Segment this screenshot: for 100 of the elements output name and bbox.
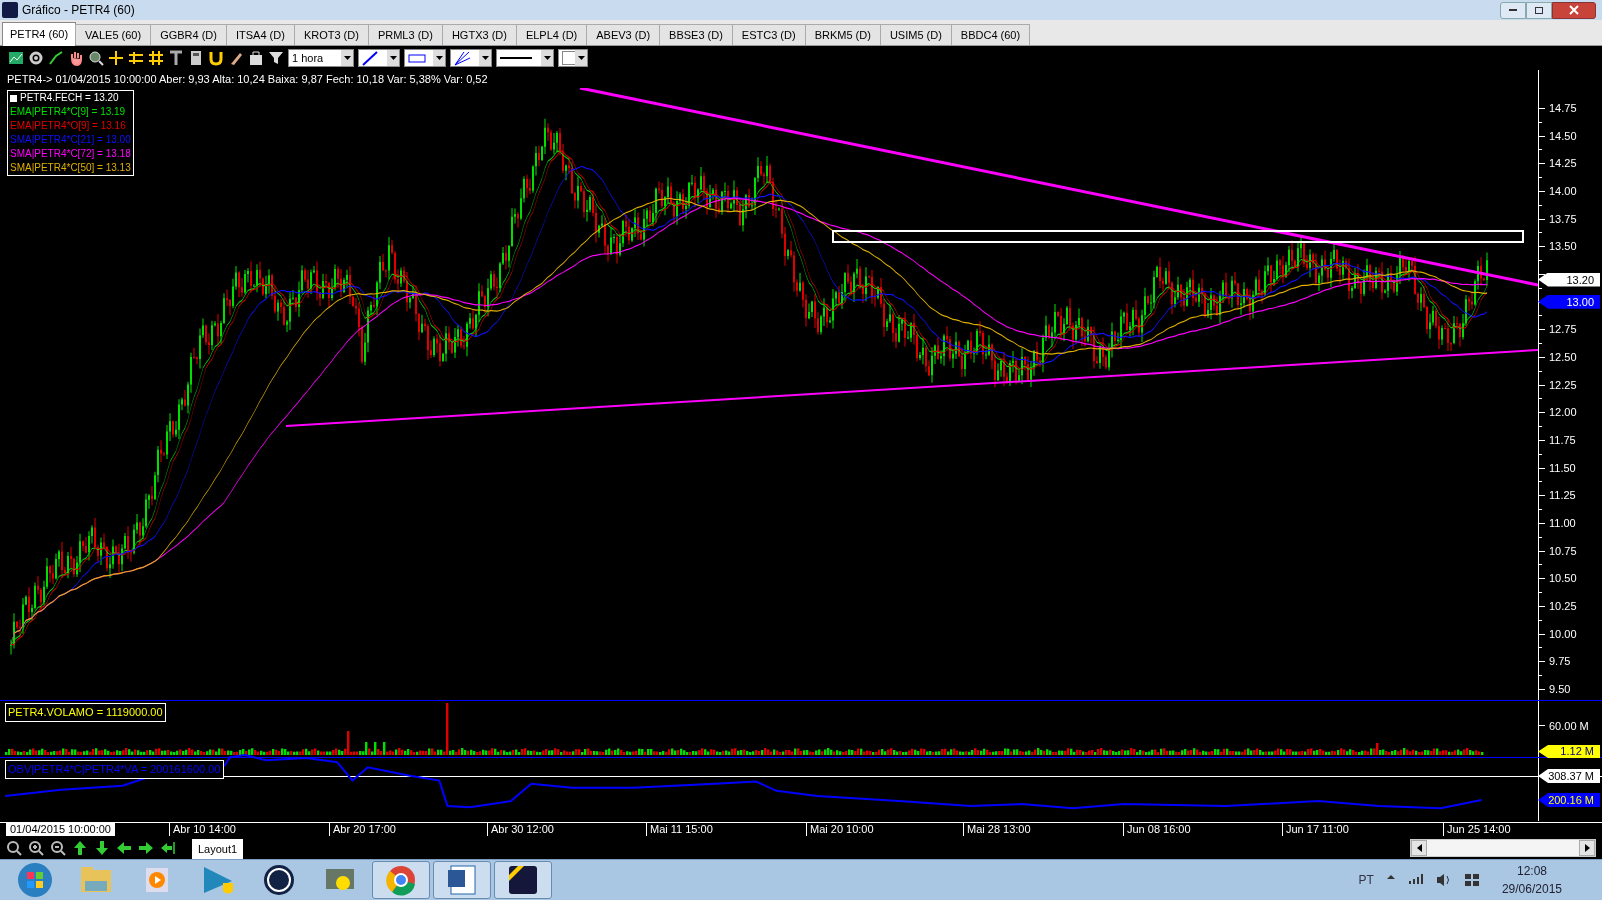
caret-icon	[435, 56, 443, 60]
zoom-icon[interactable]	[6, 839, 22, 856]
axis-label: 13.50	[1549, 240, 1577, 253]
app-icon[interactable]	[494, 861, 552, 899]
arrow-to-end-icon[interactable]	[160, 839, 176, 856]
axis-label: 12.75	[1549, 323, 1577, 336]
minimize-button[interactable]	[1500, 1, 1526, 19]
axis-label: 10.25	[1549, 600, 1577, 612]
scroll-right-button[interactable]	[1579, 839, 1595, 856]
legend-entry: EMA|PETR4*O[9] = 13.16	[10, 119, 127, 133]
trend-line[interactable]	[579, 88, 1538, 287]
language-indicator[interactable]: PT	[1358, 871, 1374, 889]
zoom-out-icon[interactable]	[50, 839, 66, 856]
text-tool-icon[interactable]	[168, 50, 184, 66]
line-width-dropdown[interactable]	[496, 49, 554, 67]
line-style-dropdown[interactable]	[358, 49, 400, 67]
tab[interactable]: BBDC4 (60)	[950, 24, 1031, 45]
color-swatch-icon	[562, 51, 576, 65]
tab[interactable]: PRML3 (D)	[367, 24, 443, 45]
tab[interactable]: ABEV3 (D)	[586, 24, 661, 45]
arrow-left-icon[interactable]	[116, 839, 132, 856]
horizontal-scrollbar[interactable]	[1410, 838, 1596, 857]
filter-icon[interactable]	[268, 50, 284, 66]
axis-label: 9.50	[1549, 683, 1571, 695]
trend-line[interactable]	[285, 349, 1538, 427]
zoom-in-icon[interactable]	[28, 839, 44, 856]
value-tag: 1.12 M	[1538, 745, 1600, 758]
legend-entry: SMA|PETR4*C[21] = 13.00	[10, 133, 131, 147]
axis-label: 11.75	[1549, 434, 1576, 446]
rectangle-marker[interactable]	[832, 230, 1524, 243]
tab[interactable]: VALE5 (60)	[75, 24, 152, 45]
date-label: 01/04/2015 10:00:00	[6, 823, 115, 836]
arrow-down-icon[interactable]	[94, 839, 110, 856]
layout-tab[interactable]: Layout1	[192, 839, 244, 859]
value-tag: 13.20	[1538, 272, 1600, 287]
fan-lines-dropdown[interactable]	[450, 49, 492, 67]
magnifier-icon[interactable]	[88, 50, 104, 66]
legend-entry: EMA|PETR4*C[9] = 13.19	[10, 105, 127, 119]
settings-icon[interactable]	[28, 50, 44, 66]
hand-icon[interactable]	[68, 50, 84, 66]
fan-lines-icon	[454, 50, 470, 66]
close-button[interactable]	[1552, 1, 1596, 19]
line-icon	[362, 50, 378, 66]
caret-icon	[481, 56, 489, 60]
tab[interactable]: ESTC3 (D)	[731, 24, 806, 45]
arrow-right-icon[interactable]	[138, 839, 154, 856]
axis-label: 12.50	[1549, 351, 1577, 363]
tab[interactable]: HGTX3 (D)	[441, 24, 517, 45]
axis-label: 12.25	[1549, 378, 1577, 391]
speaker-icon[interactable]	[1435, 872, 1452, 888]
arrow-up-icon[interactable]	[72, 839, 88, 856]
horizontal-lines-icon[interactable]	[128, 50, 144, 66]
caret-icon	[1584, 843, 1590, 852]
axis-label: 14.25	[1549, 157, 1577, 170]
ring-icon[interactable]	[372, 861, 430, 899]
windows-icon[interactable]	[1463, 872, 1480, 888]
legend-entry: SMA|PETR4*C[50] = 13.13	[10, 161, 131, 175]
clock[interactable]: 12:08 29/06/2015	[1501, 862, 1562, 898]
color-dropdown[interactable]	[558, 49, 588, 67]
axis-label: 14.50	[1549, 129, 1577, 142]
tab[interactable]: KROT3 (D)	[293, 24, 369, 45]
bag-icon[interactable]	[248, 50, 264, 66]
grid-icon[interactable]	[148, 50, 164, 66]
tab[interactable]: ELPL4 (D)	[515, 24, 588, 45]
tab[interactable]: BRKM5 (D)	[804, 24, 881, 45]
tab[interactable]: USIM5 (D)	[879, 24, 952, 45]
rectangle-dropdown[interactable]	[404, 49, 446, 67]
calculator-icon[interactable]	[188, 50, 204, 66]
caret-icon	[389, 56, 397, 60]
axis-label: 9.75	[1549, 655, 1571, 668]
legend-entry: PETR4.FECH = 13.20	[10, 91, 131, 105]
caret-icon	[343, 56, 351, 60]
value-tag: 200.16 M	[1538, 793, 1600, 807]
info-line: PETR4-> 01/04/2015 10:00:00 Aber: 9,93 Alta: 10,24 Baixa: 9,87 Fech: 10,18 Var: 5,38% Var: 0,52	[7, 72, 488, 87]
caret-icon	[543, 56, 551, 60]
axis-label: 60.00 M	[1549, 719, 1589, 734]
axis-label: 10.00	[1549, 627, 1577, 640]
tab[interactable]: ITSA4 (D)	[226, 24, 295, 45]
scroll-left-button[interactable]	[1411, 839, 1427, 856]
period-dropdown[interactable]: 1 hora	[288, 49, 354, 67]
restore-button[interactable]	[1526, 1, 1552, 19]
tab[interactable]: PETR4 (60)	[2, 22, 77, 46]
chart-icon[interactable]	[8, 50, 24, 66]
axis-label: 11.00	[1549, 517, 1576, 529]
crosshair-icon[interactable]	[108, 50, 124, 66]
obv-legend: OBV|PETR4*C|PETR4*VA = 200161600.00	[5, 760, 224, 779]
brush-icon[interactable]	[228, 50, 244, 66]
value-tag: 308.37 M	[1538, 769, 1600, 783]
tab[interactable]: GGBR4 (D)	[150, 24, 227, 45]
caret-icon	[1416, 843, 1422, 852]
axis-label: 14.00	[1549, 185, 1577, 197]
magnet-icon[interactable]	[208, 50, 224, 66]
app-icon	[2, 2, 18, 18]
caret-icon	[577, 56, 585, 60]
volume-legend: PETR4.VOLAMO = 1119000.00	[5, 703, 166, 722]
value-tag: 13.00	[1538, 294, 1600, 309]
line-icon	[500, 57, 532, 59]
line-tool-icon[interactable]	[48, 50, 64, 66]
tab[interactable]: BBSE3 (D)	[659, 24, 733, 45]
document-icon[interactable]	[433, 861, 491, 899]
